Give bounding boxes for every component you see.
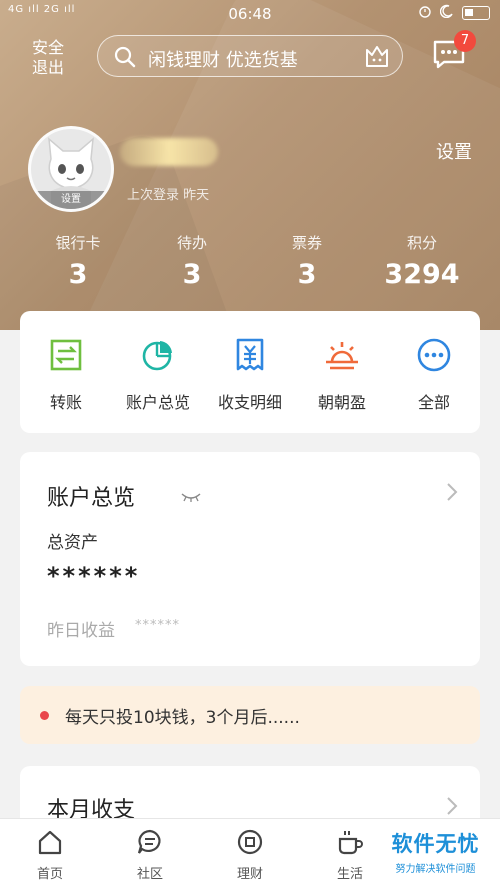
stat-label: 待办	[176, 234, 207, 252]
quick-label: 朝朝盈	[317, 393, 366, 412]
yesterday-earnings-value: ******	[135, 618, 180, 633]
coffee-icon	[336, 831, 364, 859]
quick-account-overview[interactable]: 账户总览	[112, 337, 204, 413]
stat-tickets[interactable]: 票券 3	[247, 232, 367, 290]
stat-bank-cards[interactable]: 银行卡 3	[18, 232, 138, 290]
yesterday-earnings-label: 昨日收益	[47, 621, 115, 641]
sunrise-icon	[296, 337, 388, 373]
quick-transactions[interactable]: 收支明细	[204, 337, 296, 413]
settings-link[interactable]: 设置	[436, 138, 472, 164]
stat-value: 3	[68, 259, 88, 290]
notice-dot	[40, 711, 49, 720]
watermark-subtitle: 努力解决软件问题	[395, 864, 476, 875]
search-icon	[113, 45, 137, 73]
promo-notice[interactable]: 每天只投10块钱，3个月后......	[20, 686, 480, 744]
notice-text: 每天只投10块钱，3个月后......	[65, 708, 300, 728]
total-assets-label: 总资产	[47, 533, 98, 553]
quick-all[interactable]: 全部	[388, 337, 480, 413]
quick-label: 全部	[417, 393, 450, 412]
search-bar[interactable]: 闲钱理财 优选货基	[97, 35, 403, 77]
tab-finance[interactable]: 理财	[210, 829, 290, 882]
more-icon	[388, 337, 480, 373]
logout-button[interactable]: 安全 退出	[28, 38, 68, 78]
tab-community[interactable]: 社区	[110, 829, 190, 882]
battery-icon	[462, 6, 490, 20]
chevron-right-icon	[446, 482, 458, 506]
tab-label: 社区	[136, 867, 163, 882]
quick-zhaozhaoying[interactable]: 朝朝盈	[296, 337, 388, 413]
stat-value: 3	[182, 259, 202, 290]
eye-closed-icon[interactable]	[180, 488, 202, 507]
transfer-icon	[20, 337, 112, 373]
stat-label: 积分	[406, 234, 437, 252]
card-title: 账户总览	[47, 486, 136, 511]
quick-label: 账户总览	[125, 393, 190, 412]
stat-value: 3294	[384, 259, 460, 290]
search-placeholder: 闲钱理财 优选货基	[148, 50, 298, 71]
status-bar: 4G ıll 2G ıll 06:48	[0, 0, 500, 26]
last-login: 上次登录 昨天	[127, 188, 210, 203]
home-icon	[36, 830, 64, 859]
quick-label: 收支明细	[217, 393, 282, 412]
community-icon	[136, 829, 164, 859]
receipt-icon	[204, 337, 296, 373]
alarm-icon	[418, 4, 432, 22]
tab-label: 首页	[36, 867, 63, 882]
message-icon	[432, 40, 466, 74]
stat-value: 3	[297, 259, 317, 290]
account-overview-card[interactable]: 账户总览 总资产 ****** 昨日收益 ******	[20, 452, 480, 666]
stat-label: 票券	[291, 234, 322, 252]
quick-label: 转账	[49, 393, 82, 412]
status-icons	[418, 4, 490, 22]
tab-home[interactable]: 首页	[10, 829, 90, 882]
finance-icon	[236, 829, 264, 859]
quick-actions: 转账 账户总览 收支明细 朝朝盈 全部	[20, 311, 480, 433]
avatar[interactable]: 设置	[28, 126, 114, 212]
watermark: 软件无忧 努力解决软件问题	[378, 828, 493, 875]
tab-label: 理财	[236, 867, 263, 882]
avatar-settings-label: 设置	[31, 191, 111, 209]
chevron-right-icon	[446, 796, 458, 820]
stats-row: 银行卡 3 待办 3 票券 3 积分 3294	[0, 232, 500, 302]
total-assets-value: ******	[47, 562, 141, 590]
stat-points[interactable]: 积分 3294	[362, 232, 482, 290]
pie-chart-icon	[112, 337, 204, 373]
username-redacted	[120, 138, 218, 166]
message-badge: 7	[454, 30, 476, 52]
moon-icon	[439, 4, 454, 22]
quick-transfer[interactable]: 转账	[20, 337, 112, 413]
message-button[interactable]: 7	[432, 30, 476, 74]
stat-todo[interactable]: 待办 3	[132, 232, 252, 290]
watermark-title: 软件无忧	[391, 832, 480, 856]
cat-mascot-icon[interactable]	[364, 44, 390, 72]
stat-label: 银行卡	[55, 234, 101, 252]
